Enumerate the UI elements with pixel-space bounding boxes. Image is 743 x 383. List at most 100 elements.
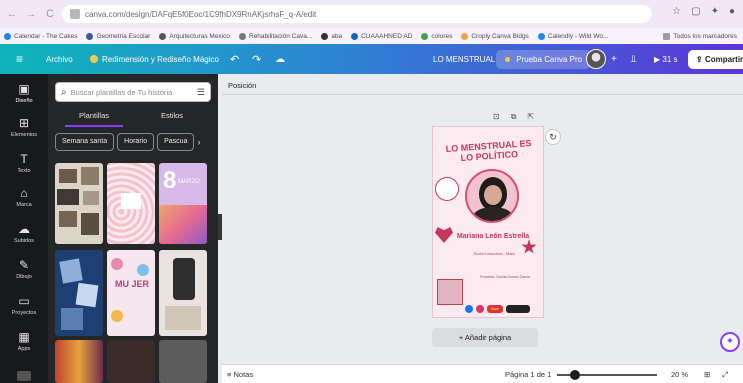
bookmark-star-icon[interactable]: ☆ [672,6,681,17]
templates-panel: ⌕ Buscar plantillas de Tu historia ☰ Pla… [48,74,218,383]
rail-design[interactable]: ▣ Diseño [0,82,48,104]
hamburger-icon[interactable]: ≡ [16,44,23,74]
speaker-photo [465,169,519,223]
forward-icon[interactable]: → [24,7,38,21]
grid-view-icon[interactable]: ⊞ [704,370,710,379]
rail-projects[interactable]: ▭ Proyectos [0,294,48,316]
host-photo [437,279,463,305]
extensions-icon[interactable]: ✦ [711,6,719,17]
apps-icon: ▦ [18,330,30,344]
tab-templates[interactable]: Plantillas [55,111,133,120]
bookmark-item[interactable]: Rehabilitación Cava... [239,32,312,40]
design-page[interactable]: LO MENSTRUAL ES LO POLÍTICO Mariana León… [432,126,544,318]
template-thumb-dark[interactable] [107,340,155,383]
magic-assistant-icon[interactable]: ✦ [720,332,740,352]
template-thumb-gray[interactable] [159,340,207,383]
fullscreen-icon[interactable]: ⤢ [722,370,728,380]
url-text: canva.com/design/DAFqE5f0Eoc/1C9fhDX9RnA… [85,9,317,19]
redo-icon[interactable]: ↷ [252,44,261,74]
zoom-slider[interactable] [557,370,657,380]
try-pro-button[interactable]: Prueba Canva Pro [496,44,592,74]
zoom-level[interactable]: 20 % [671,370,688,379]
filter-icon[interactable]: ☰ [197,87,205,98]
rail-apps[interactable]: ▦ Apps [0,330,48,352]
folder-icon: ▭ [18,294,30,308]
rail-text[interactable]: T Texto [0,152,48,174]
social-icons: Live [465,305,530,313]
add-page-icon[interactable]: ⇱ [527,112,534,122]
template-thumb-blue-photos[interactable] [55,250,103,336]
instagram-icon [476,305,484,313]
cloud-saved-icon[interactable]: ☁ [275,44,285,74]
site-info-icon[interactable] [70,9,80,19]
template-thumb-mujer[interactable]: MU JER [107,250,155,336]
rail-draw[interactable]: ✎ Dibujo [0,258,48,280]
brand-icon: ⌂ [20,186,28,200]
position-button[interactable]: Posición [228,81,256,90]
bookmark-item[interactable]: Calendar - The Cakes [4,32,77,40]
zoom-slider-knob[interactable] [570,370,580,380]
bottom-bar: ≡ Notas Página 1 de 1 20 % ⊞ ⤢ [222,364,743,383]
chip-pascua[interactable]: Pascua [157,133,195,151]
share-button[interactable]: ⇪ Compartir [688,44,743,74]
rail-brand[interactable]: ⌂ Marca [0,186,48,208]
analytics-icon[interactable]: ⫫ [631,44,637,74]
profile-icon[interactable]: ● [729,6,735,17]
template-thumb-phone[interactable] [159,250,207,336]
notes-icon: ≡ [227,370,232,379]
regenerate-icon[interactable]: ↻ [545,129,561,145]
reload-icon[interactable]: C [43,7,57,21]
chip-semana-santa[interactable]: Semana santa [55,133,115,151]
template-thumb-colorful[interactable] [55,340,103,383]
share-icon: ⇪ [696,54,703,64]
bookmark-item[interactable]: CUAAAHNED AD [351,32,412,40]
shapes-icon: ⊞ [18,116,30,130]
add-collaborator-button[interactable]: + [611,44,617,74]
rail-uploads[interactable]: ☁ Subidos [0,222,48,244]
text-icon: T [20,152,28,166]
chip-horario[interactable]: Horario [117,133,155,151]
lock-icon[interactable]: ⊡ [493,112,500,122]
add-page-button[interactable]: + Añadir página [432,328,538,347]
tab-styles[interactable]: Estilos [133,111,211,120]
page-indicator[interactable]: Página 1 de 1 [505,370,551,379]
help-icon[interactable] [17,371,31,381]
draw-icon: ✎ [18,258,30,272]
chevron-right-icon[interactable]: › [197,133,200,151]
document-title[interactable]: LO MENSTRUAL [433,44,495,74]
back-icon[interactable]: ← [5,7,19,21]
address-bar[interactable]: canva.com/design/DAFqE5f0Eoc/1C9fhDX9RnA… [62,5,652,23]
speaker-name: Mariana León Estrella [456,233,530,240]
clock-graphic [435,177,459,201]
canvas-area: Posición ⊡ ⧉ ⇱ ↻ LO MENSTRUAL ES LO POLÍ… [222,74,743,364]
layout-icon: ▣ [18,82,30,96]
template-thumb-8-marzo[interactable]: 8 MARZO [159,163,207,244]
design-title: LO MENSTRUAL ES LO POLÍTICO [445,138,532,163]
bookmarks-bar: Calendar - The Cakes Geometria Escolar A… [0,28,743,44]
template-thumb-pink-waves[interactable] [107,163,155,244]
bookmark-item[interactable]: aba [321,32,342,40]
bookmark-item[interactable]: Geometria Escolar [86,32,150,40]
collaborator-avatar[interactable] [586,44,606,74]
template-thumb-collage[interactable] [55,163,103,244]
resize-button[interactable]: Redimensión y Rediseño Mágico [90,44,219,74]
search-input[interactable]: Buscar plantillas de Tu historia [71,88,173,97]
bookmark-item[interactable]: Croply Canva Bldgs [461,32,529,40]
duplicate-icon[interactable]: ⧉ [511,112,517,122]
bookmark-item[interactable]: colores [421,32,452,40]
editor-toolbar: ≡ Archivo Redimensión y Rediseño Mágico … [0,44,743,74]
divider [222,94,743,95]
undo-icon[interactable]: ↶ [230,44,239,74]
bookmark-item[interactable]: Calendly - Wild Wo... [537,32,608,40]
file-menu[interactable]: Archivo [46,44,73,74]
bookmark-item[interactable]: Todos los marcadores [663,32,737,40]
live-badge: Live [487,305,503,313]
tab-icon[interactable]: ▢ [691,6,700,17]
search-icon: ⌕ [61,86,67,98]
bookmark-item[interactable]: Arquitecturas Mexico [159,32,230,40]
rail-elements[interactable]: ⊞ Elementos [0,116,48,138]
template-search[interactable]: ⌕ Buscar plantillas de Tu historia ☰ [55,82,211,102]
partner-logo [506,305,530,313]
notes-button[interactable]: ≡ Notas [227,370,253,379]
present-button[interactable]: ▶ 31 s [654,44,678,74]
